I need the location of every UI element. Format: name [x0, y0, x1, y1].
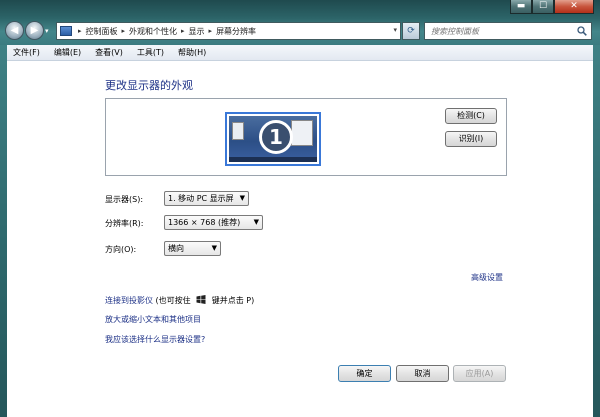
- control-panel-icon: [60, 26, 72, 36]
- orientation-select[interactable]: 横向 ▼: [164, 241, 221, 256]
- connect-projector-link[interactable]: 连接到投影仪: [105, 296, 153, 305]
- window-titlebar: ▬ ☐ ✕ ◀ ▶ ▾ ▸ 控制面板 ▸ 外观和个性化 ▸ 显示 ▸ 屏幕分辨率…: [0, 0, 600, 45]
- projector-hint-post: 键并点击 P): [211, 296, 255, 305]
- breadcrumb-appearance[interactable]: 外观和个性化: [129, 26, 177, 37]
- breadcrumb-screen-resolution[interactable]: 屏幕分辨率: [216, 26, 256, 37]
- breadcrumb-separator[interactable]: ▸: [122, 27, 126, 35]
- address-dropdown-icon[interactable]: ▾: [393, 26, 397, 34]
- menu-edit[interactable]: 编辑(E): [52, 47, 83, 58]
- close-button[interactable]: ✕: [554, 0, 594, 14]
- display-select[interactable]: 1. 移动 PC 显示屏 ▼: [164, 191, 249, 206]
- chevron-down-icon: ▼: [211, 244, 217, 252]
- display-preview-panel: 1 检测(C) 识别(I): [105, 98, 507, 176]
- chevron-down-icon: ▼: [239, 194, 245, 202]
- display-settings-help-link[interactable]: 我应该选择什么显示器设置?: [105, 334, 205, 345]
- monitor-screen: 1: [229, 116, 317, 162]
- recent-pages-dropdown[interactable]: ▾: [45, 27, 49, 35]
- breadcrumb-separator[interactable]: ▸: [181, 27, 185, 35]
- preview-window-icon: [291, 120, 313, 146]
- back-button[interactable]: ◀: [5, 21, 24, 40]
- menu-file[interactable]: 文件(F): [11, 47, 42, 58]
- orientation-select-value: 横向: [168, 244, 184, 253]
- client-area: 文件(F) 编辑(E) 查看(V) 工具(T) 帮助(H) 更改显示器的外观 1…: [7, 45, 593, 417]
- breadcrumb-separator[interactable]: ▸: [209, 27, 213, 35]
- forward-arrow-icon: ▶: [30, 25, 39, 36]
- refresh-icon: ⟳: [407, 26, 415, 36]
- cancel-button[interactable]: 取消: [396, 365, 449, 382]
- menu-bar: 文件(F) 编辑(E) 查看(V) 工具(T) 帮助(H): [7, 45, 593, 61]
- preview-window-icon: [232, 122, 244, 140]
- search-input[interactable]: [431, 26, 571, 36]
- chevron-down-icon: ▼: [253, 218, 259, 226]
- ok-button[interactable]: 确定: [338, 365, 391, 382]
- display-label: 显示器(S):: [105, 195, 144, 204]
- window-border-right: [593, 45, 600, 417]
- text-size-link[interactable]: 放大或缩小文本和其他项目: [105, 314, 201, 325]
- search-icon[interactable]: [577, 26, 587, 36]
- identify-button[interactable]: 识别(I): [445, 131, 497, 147]
- windows-logo-icon: [196, 295, 206, 304]
- resolution-label: 分辨率(R):: [105, 219, 144, 228]
- orientation-label: 方向(O):: [105, 245, 137, 254]
- display-select-value: 1. 移动 PC 显示屏: [168, 194, 234, 203]
- monitor-number-badge: 1: [259, 120, 293, 154]
- monitor-1-thumbnail[interactable]: 1: [225, 112, 321, 166]
- menu-tools[interactable]: 工具(T): [135, 47, 166, 58]
- projector-hint-pre: (也可按住: [155, 296, 191, 305]
- address-bar[interactable]: ▸ 控制面板 ▸ 外观和个性化 ▸ 显示 ▸ 屏幕分辨率 ▾: [56, 22, 401, 40]
- minimize-button[interactable]: ▬: [510, 0, 532, 14]
- breadcrumb-control-panel[interactable]: 控制面板: [86, 26, 118, 37]
- advanced-settings-link[interactable]: 高级设置: [471, 272, 503, 283]
- menu-help[interactable]: 帮助(H): [176, 47, 208, 58]
- refresh-button[interactable]: ⟳: [402, 22, 420, 40]
- window-controls: ▬ ☐ ✕: [510, 0, 594, 14]
- resolution-select[interactable]: 1366 × 768 (推荐) ▼: [164, 215, 263, 230]
- preview-taskbar: [229, 157, 317, 162]
- detect-button[interactable]: 检测(C): [445, 108, 497, 124]
- window-border-left: [0, 45, 7, 417]
- page-title: 更改显示器的外观: [105, 79, 193, 92]
- projector-row: 连接到投影仪 (也可按住 键并点击 P): [105, 295, 254, 306]
- apply-button[interactable]: 应用(A): [453, 365, 506, 382]
- breadcrumb-display[interactable]: 显示: [189, 26, 205, 37]
- back-arrow-icon: ◀: [10, 25, 19, 36]
- resolution-select-value: 1366 × 768 (推荐): [168, 218, 241, 227]
- maximize-button[interactable]: ☐: [532, 0, 554, 14]
- menu-view[interactable]: 查看(V): [93, 47, 125, 58]
- breadcrumb-separator: ▸: [78, 27, 82, 35]
- search-box[interactable]: [424, 22, 592, 40]
- forward-button[interactable]: ▶: [25, 21, 44, 40]
